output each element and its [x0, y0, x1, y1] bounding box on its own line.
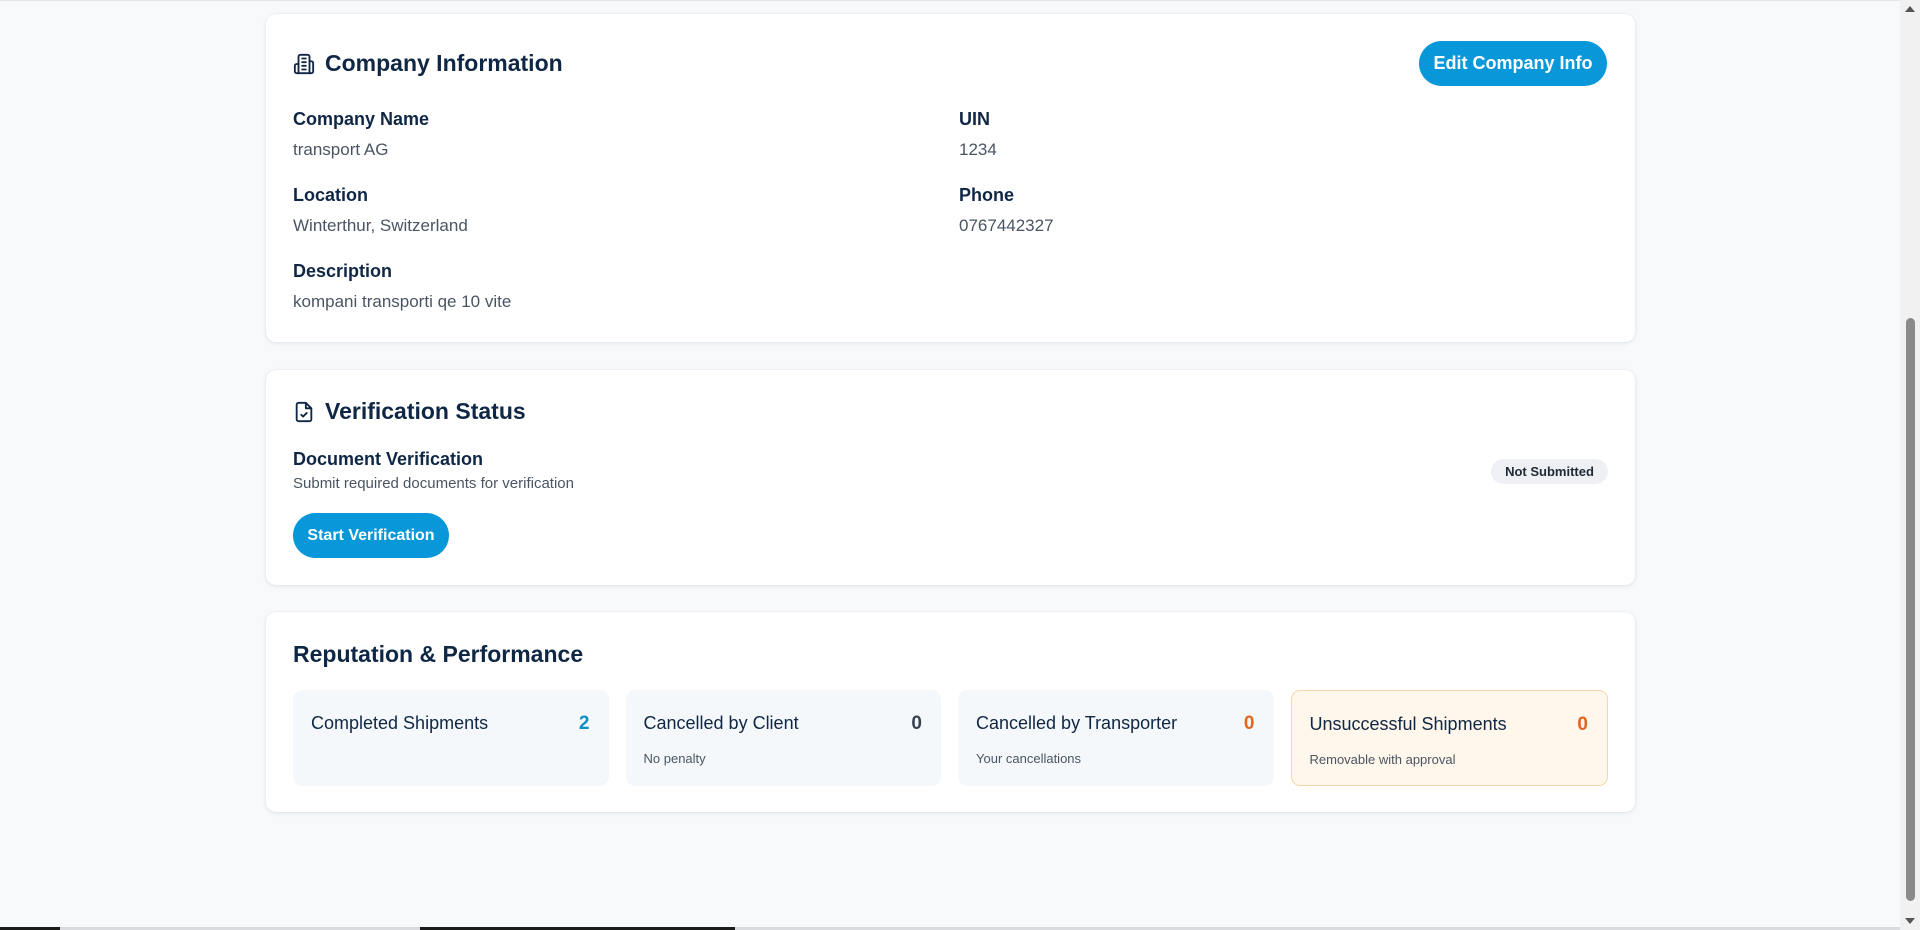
company-name-value: transport AG: [293, 140, 389, 159]
stat-subtext: Your cancellations: [976, 751, 1082, 766]
uin-label: UIN: [959, 109, 990, 129]
uin-value: 1234: [959, 140, 997, 159]
reputation-performance-title: Reputation & Performance: [293, 641, 584, 667]
start-verification-button[interactable]: Start Verification: [293, 513, 449, 558]
phone-field: Phone 0767442327: [959, 184, 1054, 237]
document-verification-title: Document Verification: [293, 449, 484, 469]
uin-field: UIN 1234: [959, 108, 997, 161]
location-label: Location: [293, 185, 368, 205]
stat-completed-shipments: Completed Shipments 2: [293, 690, 609, 786]
stat-value: 2: [578, 713, 590, 734]
phone-value: 0767442327: [959, 216, 1054, 235]
scrollbar-thumb[interactable]: [1906, 318, 1915, 901]
stat-cancelled-by-transporter: Cancelled by Transporter 0 Your cancella…: [958, 690, 1274, 786]
stat-label: Cancelled by Client: [643, 713, 799, 733]
stat-unsuccessful-shipments: Unsuccessful Shipments 0 Removable with …: [1290, 690, 1608, 786]
stat-label: Unsuccessful Shipments: [1309, 714, 1507, 734]
edit-company-info-button[interactable]: Edit Company Info: [1419, 41, 1607, 86]
company-name-field: Company Name transport AG: [293, 108, 429, 161]
building-icon: [293, 53, 315, 75]
stat-subtext: No penalty: [643, 751, 706, 766]
file-check-icon: [293, 401, 315, 423]
scroll-down-arrow-icon[interactable]: [1905, 918, 1915, 924]
stat-value: 0: [1577, 714, 1588, 735]
description-label: Description: [293, 261, 393, 281]
verification-status-heading: Verification Status: [325, 398, 526, 424]
top-divider: [0, 0, 1900, 1]
document-verification-subtitle: Submit required documents for verificati…: [293, 475, 574, 492]
description-field: Description kompani transporti qe 10 vit…: [293, 260, 511, 313]
stat-label: Cancelled by Transporter: [976, 713, 1178, 733]
company-information-card: Company Information Edit Company Info Co…: [266, 14, 1635, 342]
location-field: Location Winterthur, Switzerland: [293, 184, 468, 237]
company-name-label: Company Name: [293, 109, 430, 129]
stat-label: Completed Shipments: [311, 713, 489, 733]
company-information-heading: Company Information: [325, 50, 563, 76]
stat-subtext: Removable with approval: [1309, 752, 1456, 767]
stat-value: 0: [1243, 713, 1255, 734]
stat-value: 0: [911, 713, 922, 734]
location-value: Winterthur, Switzerland: [293, 216, 468, 235]
stat-cancelled-by-client: Cancelled by Client 0 No penalty: [625, 690, 941, 786]
description-value: kompani transporti qe 10 vite: [293, 292, 512, 311]
reputation-performance-card: Reputation & Performance Completed Shipm…: [266, 612, 1635, 812]
page-scrollbar[interactable]: [1900, 0, 1920, 930]
phone-label: Phone: [959, 185, 1015, 205]
verification-status-card: Verification Status Document Verificatio…: [266, 370, 1635, 585]
verification-status-title: Verification Status: [293, 398, 526, 425]
status-badge: Not Submitted: [1491, 459, 1608, 484]
stats-row: Completed Shipments 2 Cancelled by Clien…: [293, 690, 1608, 786]
company-information-title: Company Information: [293, 50, 563, 77]
scroll-up-arrow-icon[interactable]: [1905, 6, 1915, 12]
